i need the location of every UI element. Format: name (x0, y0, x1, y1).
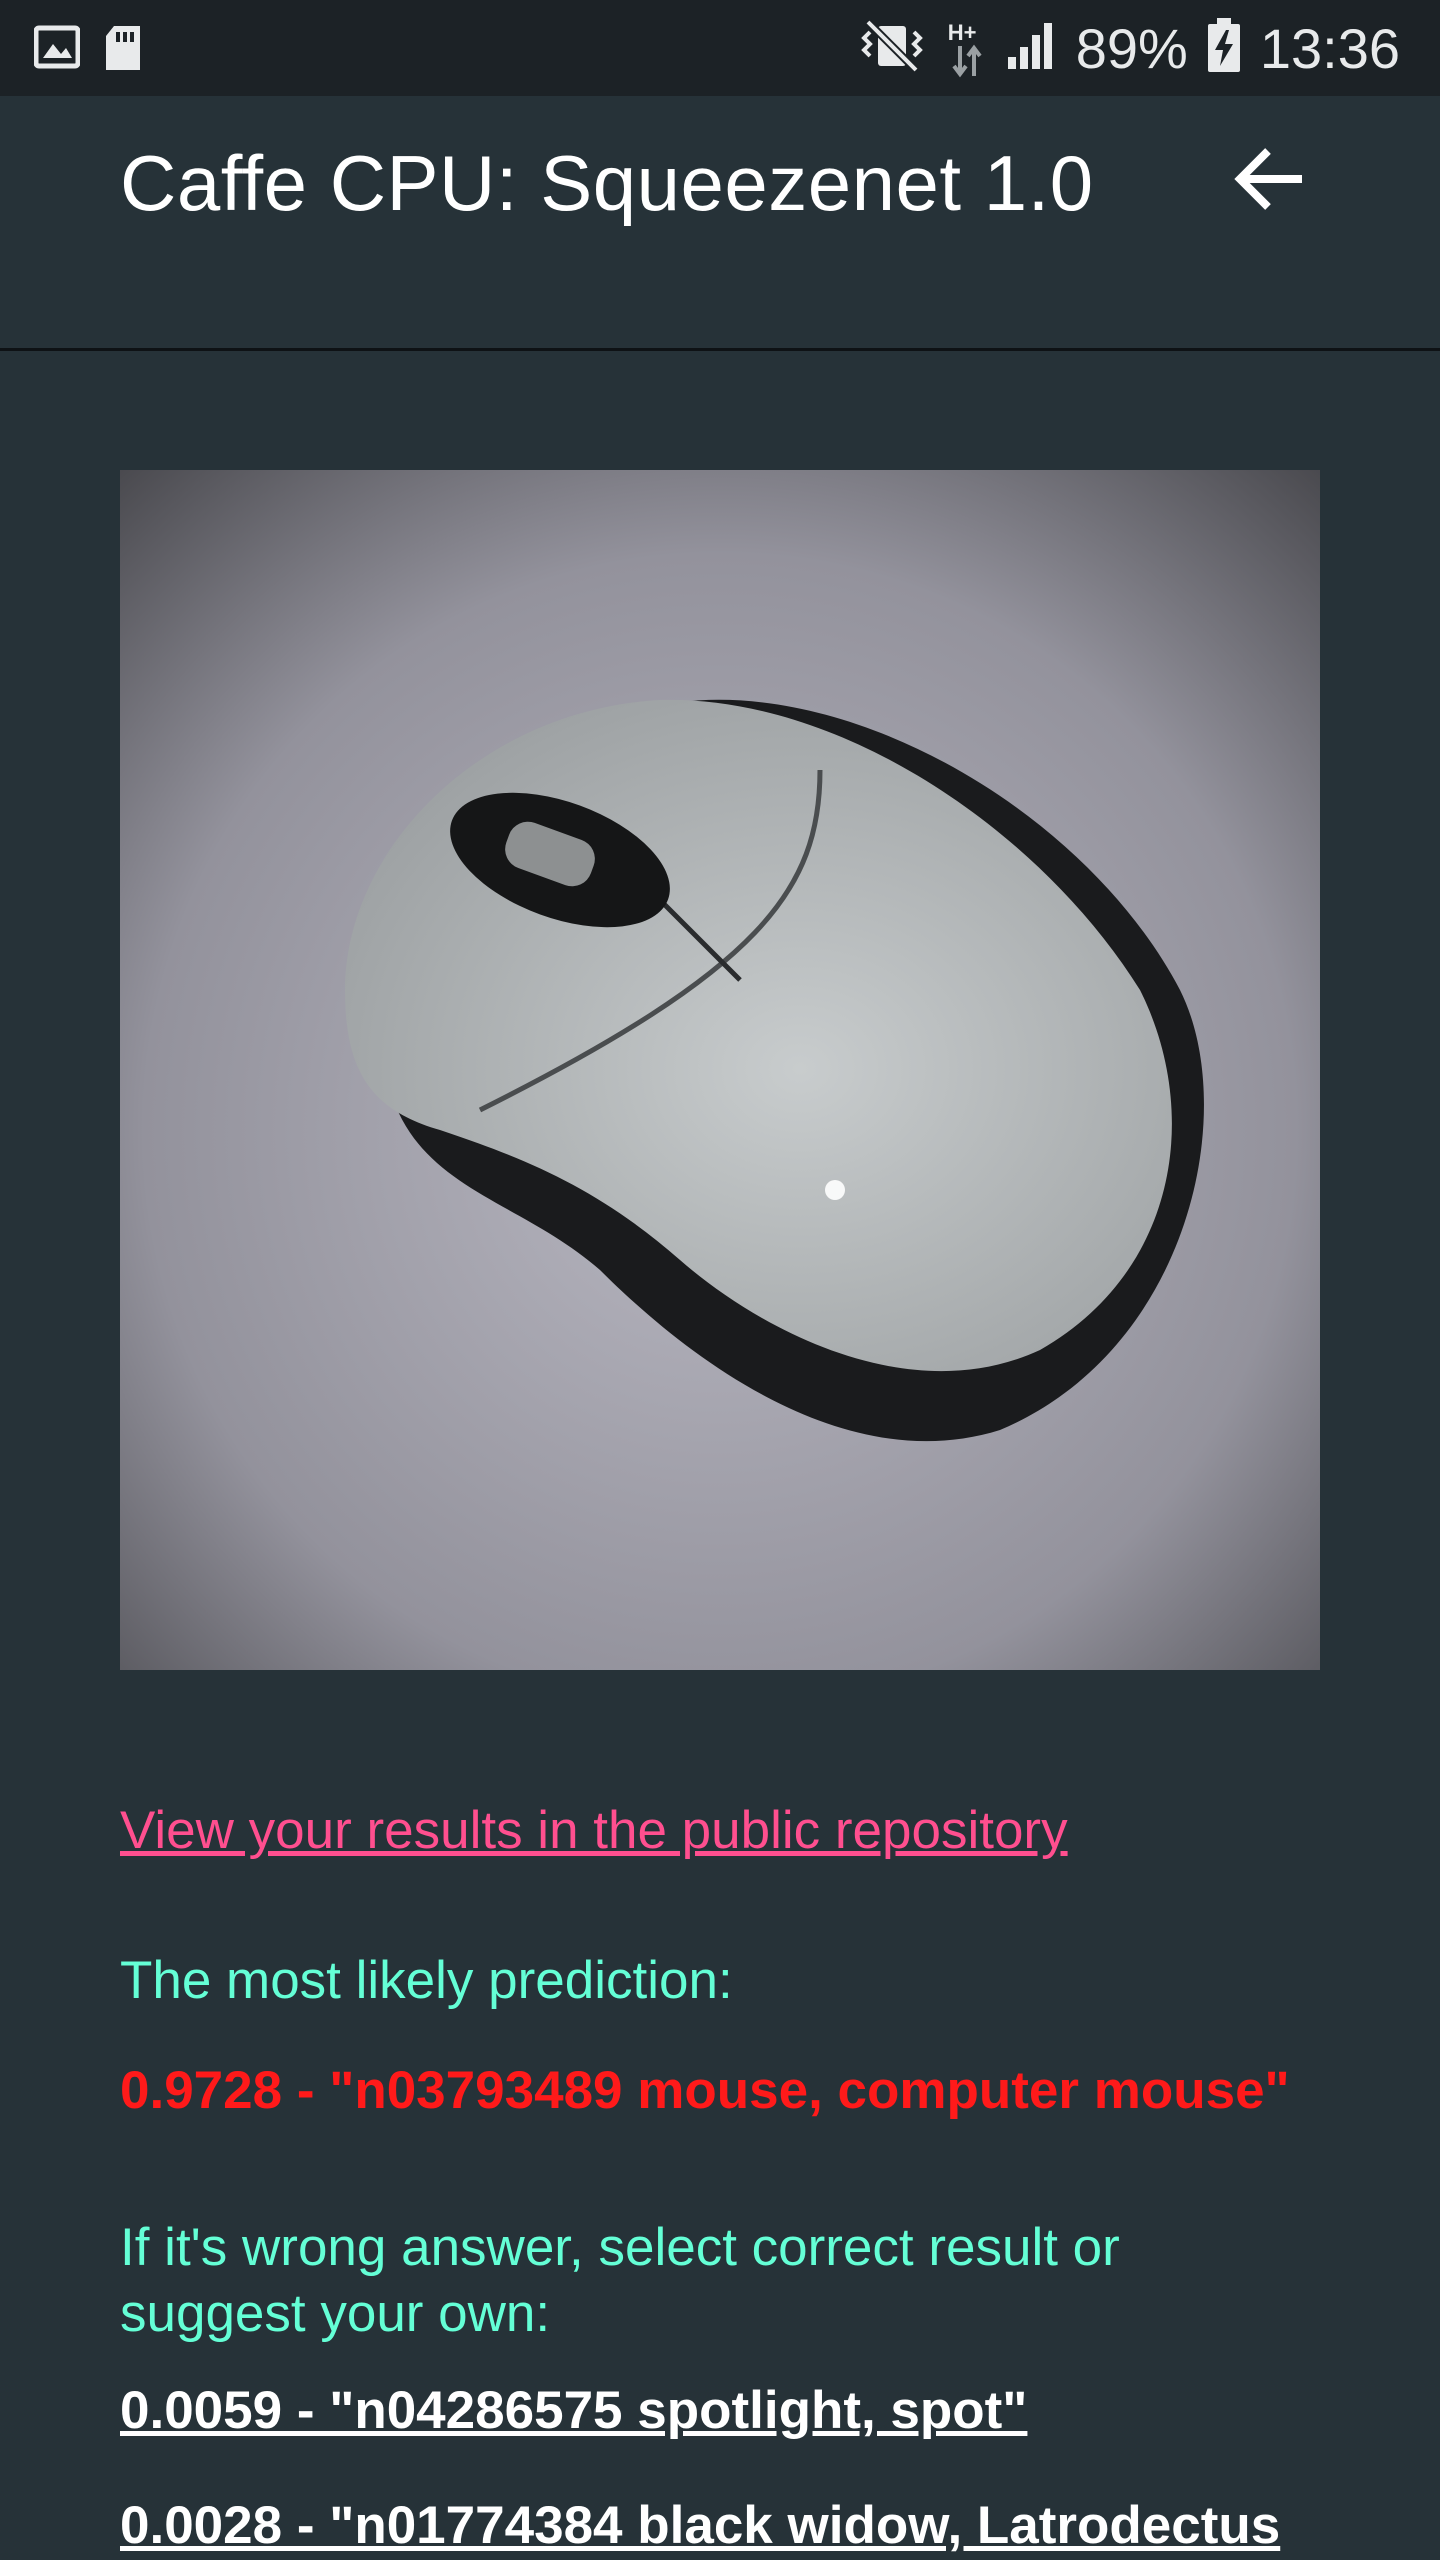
data-arrows-icon: H+ (948, 18, 988, 78)
wrong-answer-prompt: If it's wrong answer, select correct res… (120, 2218, 1120, 2343)
page-title: Caffe CPU: Squeezenet 1.0 (120, 139, 1094, 227)
status-bar: H+ 89% 13:36 (0, 0, 1440, 96)
prediction-option[interactable]: 0.0059 - "n04286575 spotlight, spot" (120, 2380, 1027, 2441)
public-repository-link[interactable]: View your results in the public reposito… (120, 1800, 1068, 1861)
prediction-option[interactable]: 0.0028 - "n01774384 black widow, Latrode… (120, 2495, 1280, 2556)
network-type-label: H+ (947, 20, 977, 45)
arrow-back-icon (1234, 147, 1306, 216)
clock: 13:36 (1259, 16, 1400, 80)
back-button[interactable] (1210, 126, 1330, 236)
input-photo (120, 470, 1320, 1670)
signal-icon (1006, 21, 1058, 76)
gallery-icon (33, 24, 81, 77)
battery-percent: 89% (1075, 16, 1188, 80)
prediction-label: The most likely prediction: (120, 1951, 733, 2010)
sd-card-icon (102, 24, 144, 77)
battery-charging-icon (1206, 17, 1242, 79)
top-prediction: 0.9728 - "n03793489 mouse, computer mous… (120, 2061, 1290, 2120)
app-bar: Caffe CPU: Squeezenet 1.0 (0, 96, 1440, 351)
vibrate-icon (854, 18, 930, 79)
